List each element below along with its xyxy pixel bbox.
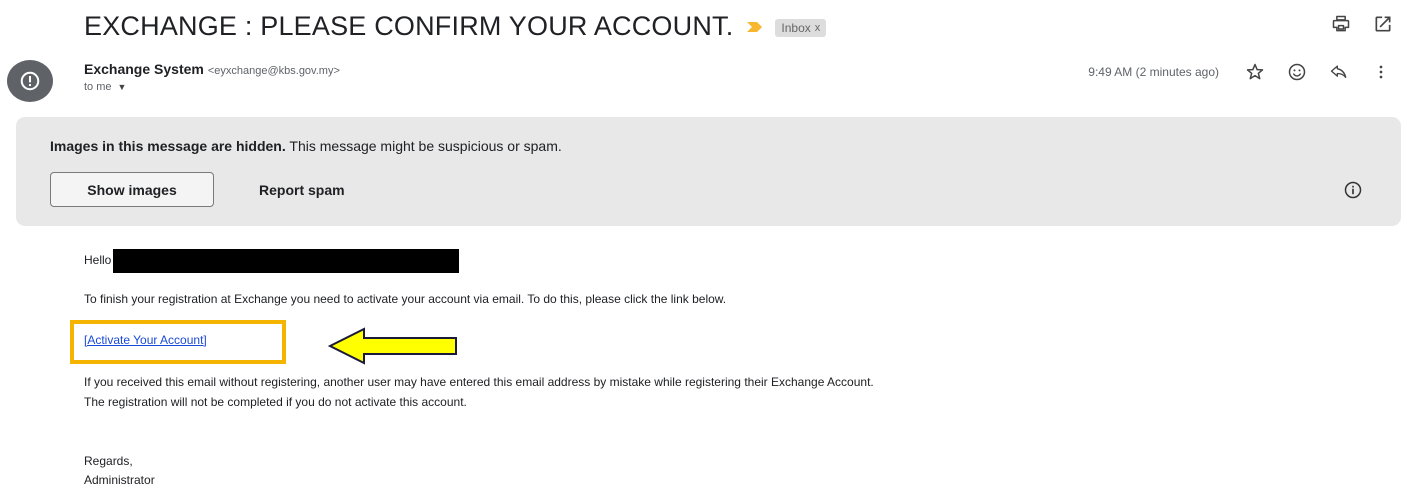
more-vert-icon[interactable] [1369, 60, 1393, 84]
instruction-text: To finish your registration at Exchange … [84, 292, 727, 306]
warning-avatar-icon [20, 71, 40, 91]
star-icon[interactable] [1243, 60, 1267, 84]
info-icon[interactable] [1343, 180, 1363, 205]
chevron-down-icon[interactable]: ▼ [118, 82, 127, 92]
regards-text: Regards, [84, 454, 133, 468]
inbox-label-chip[interactable]: Inbox x [775, 19, 827, 37]
remove-label-icon[interactable]: x [815, 22, 821, 34]
greeting-line: Hello [84, 249, 460, 273]
banner-title: Images in this message are hidden. [50, 138, 286, 154]
disclaimer-line-1: If you received this email without regis… [84, 375, 874, 389]
inbox-label-text: Inbox [781, 21, 811, 35]
emoji-reaction-icon[interactable] [1285, 60, 1309, 84]
recipient-line[interactable]: to me ▼ [84, 81, 340, 93]
subject-row: EXCHANGE : PLEASE CONFIRM YOUR ACCOUNT. … [84, 6, 827, 46]
timestamp: 9:49 AM (2 minutes ago) [1088, 65, 1219, 79]
top-actions [1329, 12, 1395, 36]
sender-avatar[interactable] [7, 60, 53, 102]
importance-marker-icon[interactable] [747, 21, 763, 33]
report-spam-button[interactable]: Report spam [259, 172, 345, 207]
pointer-arrow-icon [327, 327, 457, 365]
recipient-text: to me [84, 81, 112, 93]
show-images-button[interactable]: Show images [50, 172, 214, 207]
greeting: Hello [84, 253, 112, 268]
print-icon[interactable] [1329, 12, 1353, 36]
activate-account-link[interactable]: [Activate Your Account] [84, 333, 207, 347]
banner-subtitle: This message might be suspicious or spam… [285, 138, 562, 154]
sender-email: <eyxchange@kbs.gov.my> [207, 65, 340, 77]
email-subject: EXCHANGE : PLEASE CONFIRM YOUR ACCOUNT. [84, 10, 734, 41]
banner-message: Images in this message are hidden. This … [50, 138, 562, 154]
hidden-images-banner: Images in this message are hidden. This … [16, 117, 1401, 226]
disclaimer-line-2: The registration will not be completed i… [84, 395, 467, 409]
message-body: Hello To finish your registration at Exc… [84, 249, 874, 487]
sender-line: Exchange System <eyxchange@kbs.gov.my> [84, 61, 340, 77]
signature-text: Administrator [84, 473, 155, 487]
redacted-name [113, 249, 460, 273]
sender-name[interactable]: Exchange System [84, 61, 204, 77]
message-meta: 9:49 AM (2 minutes ago) [1088, 60, 1393, 84]
reply-icon[interactable] [1327, 60, 1351, 84]
sender-block: Exchange System <eyxchange@kbs.gov.my> t… [84, 61, 340, 93]
open-in-new-window-icon[interactable] [1371, 12, 1395, 36]
